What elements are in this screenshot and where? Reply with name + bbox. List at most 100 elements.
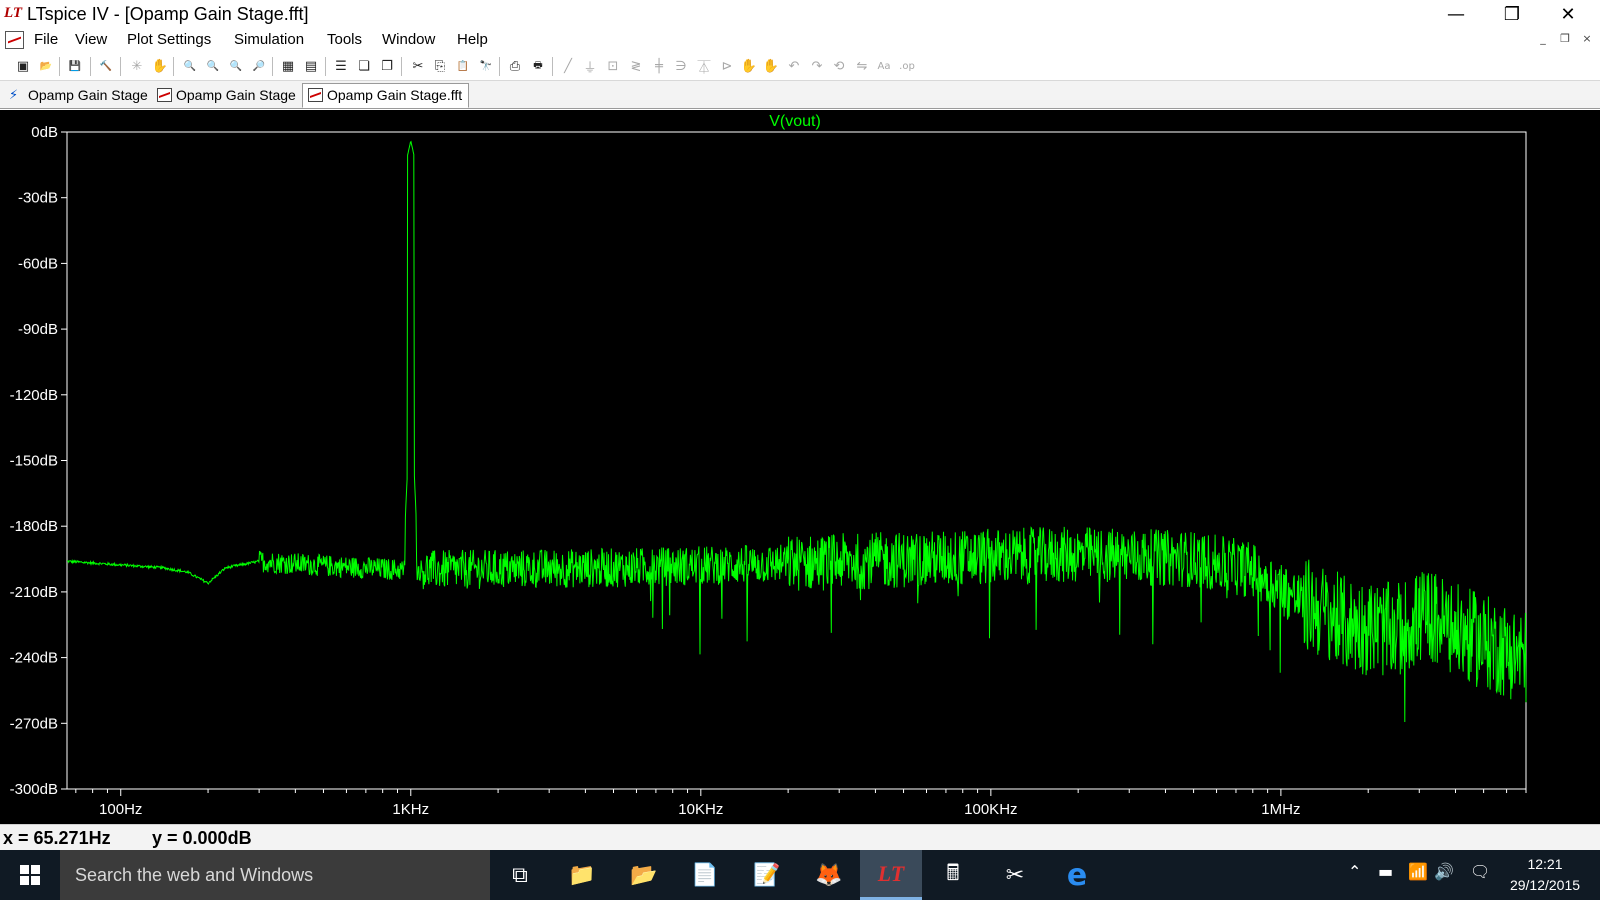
zoom-in-icon[interactable]: 🔍	[181, 57, 199, 75]
wire-icon[interactable]: ╱	[559, 57, 577, 75]
toolbar-separator	[90, 57, 91, 76]
x-tick-label: 100Hz	[99, 801, 142, 818]
x-tick-label: 100KHz	[964, 801, 1017, 818]
trace-name-label[interactable]: V(vout)	[769, 113, 821, 130]
paste-icon[interactable]: 📋	[454, 57, 472, 75]
menu-help[interactable]: Help	[457, 31, 488, 48]
mdi-restore-button[interactable]: ❐	[1556, 32, 1574, 48]
toolbar-separator	[173, 57, 174, 76]
notepad-icon[interactable]: 📝	[736, 850, 798, 900]
menu-window[interactable]: Window	[382, 31, 435, 48]
menu-file[interactable]: File	[34, 31, 58, 48]
diode-icon[interactable]: ⏄	[695, 57, 713, 76]
component-icon[interactable]: ⊳	[718, 57, 736, 75]
fft-plot-pane[interactable]: V(vout) 0dB -30dB -60dB -90dB -120dB -150dB -1…	[0, 110, 1600, 824]
fft-plot[interactable]: V(vout) 0dB -30dB -60dB -90dB -120dB -150dB -1…	[0, 110, 1600, 824]
save-icon[interactable]: 💾	[66, 57, 84, 75]
waveform-icon	[308, 88, 323, 102]
start-button[interactable]	[0, 850, 60, 900]
tab-fft[interactable]: Opamp Gain Stage.fft	[302, 83, 470, 108]
tab-label: Opamp Gain Stage	[176, 87, 296, 103]
app-logo-icon: LT	[4, 5, 23, 21]
capacitor-icon[interactable]: ╪	[650, 57, 668, 75]
ltspice-icon[interactable]: LT	[860, 850, 922, 900]
control-panel-icon[interactable]: 🔨	[97, 57, 115, 75]
close-button[interactable]: ✕	[1540, 0, 1596, 29]
toolbar-separator	[552, 57, 553, 76]
schematic-icon: ⚡	[9, 88, 19, 103]
mdi-minimize-button[interactable]: _	[1534, 32, 1552, 48]
toolbar-separator	[272, 57, 273, 76]
cascade-icon[interactable]: ❏	[355, 57, 373, 75]
autorange-icon[interactable]: ▦	[279, 57, 297, 75]
network-icon[interactable]: 📶	[1408, 862, 1428, 881]
document-icon[interactable]: 📄	[674, 850, 736, 900]
y-tick-label: -300dB	[10, 781, 58, 798]
search-box[interactable]: Search the web and Windows	[60, 850, 490, 900]
battery-icon[interactable]: ▬	[1378, 862, 1393, 881]
minimize-button[interactable]: —	[1428, 0, 1484, 29]
snipping-tool-icon[interactable]: ✂	[984, 850, 1046, 900]
toolbar-separator	[401, 57, 402, 76]
drag-icon[interactable]: ✋	[762, 57, 780, 75]
trace-v-vout[interactable]	[66, 140, 1527, 723]
edge-browser-icon[interactable]: e	[1046, 850, 1108, 900]
volume-icon[interactable]: 🔊	[1434, 862, 1454, 881]
trace-v-vout-line[interactable]	[66, 140, 1527, 723]
menu-simulation[interactable]: Simulation	[234, 31, 304, 48]
task-view-icon[interactable]: ⧉	[489, 850, 551, 900]
tile-horizontal-icon[interactable]: ☰	[332, 57, 350, 75]
notifications-icon[interactable]: 🗨	[1470, 862, 1490, 881]
spice-directive-icon[interactable]: .op	[898, 57, 916, 75]
search-placeholder: Search the web and Windows	[75, 865, 314, 885]
plot-document-icon[interactable]	[5, 31, 24, 49]
restore-button[interactable]: ❐	[1484, 0, 1540, 29]
x-tick-label: 10KHz	[678, 801, 723, 818]
find-icon[interactable]: 🔭	[477, 57, 495, 75]
toolbar-separator	[59, 57, 60, 76]
clock-time[interactable]: 12:21	[1505, 856, 1585, 872]
fit-icon[interactable]: ▤	[302, 57, 320, 75]
zoom-back-icon[interactable]: 🔍	[227, 57, 245, 75]
show-hidden-icon[interactable]: ⌃	[1348, 862, 1361, 881]
clock-date[interactable]: 29/12/2015	[1505, 877, 1585, 893]
window-title: LTspice IV - [Opamp Gain Stage.fft]	[27, 4, 309, 24]
copy-icon[interactable]: ⎘	[431, 57, 449, 75]
inductor-icon[interactable]: ∋	[672, 57, 690, 75]
print-icon[interactable]: 🖶	[529, 57, 547, 75]
pan-icon[interactable]: ✋	[151, 57, 169, 75]
move-icon[interactable]: ✋	[740, 57, 758, 75]
mdi-close-button[interactable]: ×	[1578, 32, 1596, 48]
resistor-icon[interactable]: ≷	[627, 57, 645, 75]
mirror-icon[interactable]: ⇋	[853, 57, 871, 75]
toolbar-separator	[325, 57, 326, 76]
rotate-icon[interactable]: ⟲	[830, 57, 848, 75]
label-net-icon[interactable]: ⊡	[604, 57, 622, 75]
menu-plot-settings[interactable]: Plot Settings	[127, 31, 211, 48]
print-preview-icon[interactable]: ⎙	[506, 57, 524, 75]
undo-icon[interactable]: ↶	[785, 57, 803, 75]
cut-icon[interactable]: ✂	[409, 57, 427, 75]
open-icon[interactable]: 📂	[37, 57, 55, 75]
calculator-icon[interactable]: 🖩	[922, 850, 984, 900]
tab-waveform[interactable]: Opamp Gain Stage	[152, 84, 302, 109]
y-tick-label: 0dB	[31, 124, 58, 141]
new-schematic-icon[interactable]: ▣	[14, 57, 32, 75]
ground-icon[interactable]: ⏚	[581, 57, 599, 76]
menu-view[interactable]: View	[75, 31, 107, 48]
redo-icon[interactable]: ↷	[808, 57, 826, 75]
tab-schematic[interactable]: ⚡ Opamp Gain Stage	[4, 84, 154, 109]
ltspice-window: LT LTspice IV - [Opamp Gain Stage.fft] —…	[0, 0, 1600, 900]
waveform-icon	[157, 88, 172, 102]
zoom-fit-icon[interactable]: 🔎	[250, 57, 268, 75]
toolbar-separator	[499, 57, 500, 76]
zoom-out-icon[interactable]: 🔍	[204, 57, 222, 75]
tile-vertical-icon[interactable]: ❐	[378, 57, 396, 75]
menu-tools[interactable]: Tools	[327, 31, 362, 48]
folder-icon[interactable]: 📂	[613, 850, 675, 900]
fox-app-icon[interactable]: 🦊	[798, 850, 860, 900]
text-icon[interactable]: Aa	[875, 57, 893, 75]
run-icon[interactable]: ✳	[128, 57, 146, 75]
file-explorer-icon[interactable]: 📁	[551, 850, 613, 900]
document-tab-bar: ⚡ Opamp Gain Stage Opamp Gain Stage Opam…	[0, 81, 1600, 109]
